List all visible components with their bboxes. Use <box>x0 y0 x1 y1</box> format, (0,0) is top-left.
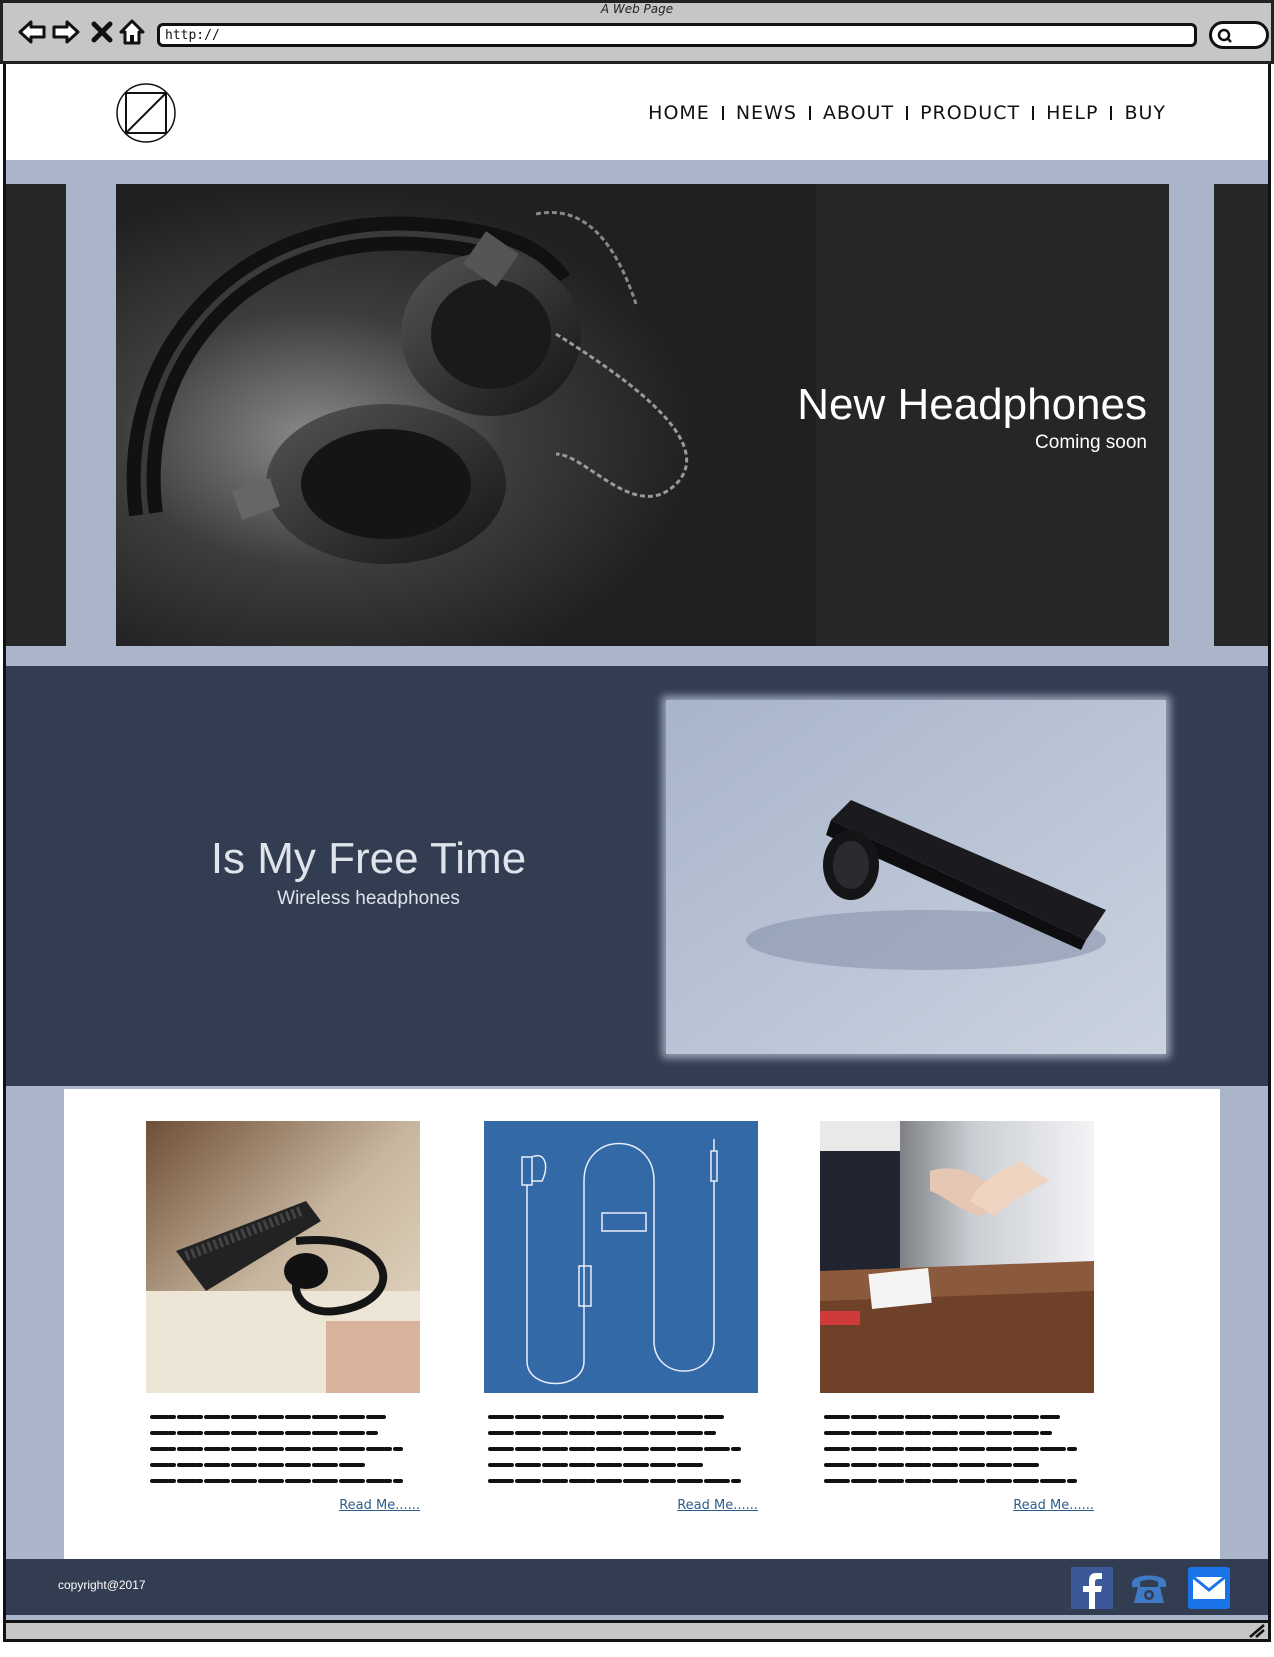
search-icon <box>1217 28 1232 43</box>
card-image-handshake[interactable] <box>820 1121 1094 1393</box>
card-body-text: Read Me...... <box>146 1411 420 1513</box>
resize-grip-icon[interactable] <box>1248 1623 1266 1639</box>
handshake-photo <box>820 1121 1094 1393</box>
placeholder-text-lines <box>488 1415 742 1483</box>
nav-separator <box>906 106 909 120</box>
nav-product[interactable]: PRODUCT <box>920 102 1020 124</box>
nav-separator <box>721 106 724 120</box>
read-more-link[interactable]: Read Me...... <box>146 1498 420 1513</box>
nav-home[interactable]: HOME <box>648 102 710 124</box>
nav-news[interactable]: NEWS <box>736 102 797 124</box>
back-arrow-icon <box>18 20 46 44</box>
search-button[interactable] <box>1209 21 1269 49</box>
bluetooth-earpiece-photo <box>146 1121 420 1393</box>
carousel-next-slide[interactable] <box>1214 184 1268 646</box>
feature-section: Is My Free Time Wireless headphones <box>6 666 1268 1086</box>
stop-button[interactable] <box>87 17 117 47</box>
web-page: HOME NEWS ABOUT PRODUCT HELP BUY New Hea… <box>3 64 1271 1620</box>
nav-separator <box>808 106 811 120</box>
site-header: HOME NEWS ABOUT PRODUCT HELP BUY <box>6 64 1268 160</box>
product-card: Read Me...... <box>820 1121 1094 1513</box>
carousel-prev-slide[interactable] <box>6 184 66 646</box>
feature-title: Is My Free Time <box>210 834 527 883</box>
placeholder-text-lines <box>824 1415 1078 1483</box>
product-card: Read Me...... <box>146 1121 420 1513</box>
feature-subtitle: Wireless headphones <box>277 888 460 909</box>
card-image-earpiece[interactable] <box>146 1121 420 1393</box>
main-navigation: HOME NEWS ABOUT PRODUCT HELP BUY <box>648 102 1166 124</box>
hero-subtitle: Coming soon <box>1035 432 1147 453</box>
nav-separator <box>1110 106 1113 120</box>
earphones-blueprint-illustration <box>484 1121 758 1393</box>
url-input[interactable] <box>157 23 1197 47</box>
status-bar-frame <box>3 1620 1271 1642</box>
facebook-icon[interactable] <box>1071 1567 1113 1609</box>
browser-status-bar <box>0 1620 1274 1657</box>
card-image-earphones[interactable] <box>484 1121 758 1393</box>
close-x-icon <box>91 21 113 43</box>
nav-about[interactable]: ABOUT <box>823 102 894 124</box>
browser-window: A Web Page HOME <box>0 0 1274 1657</box>
back-button[interactable] <box>17 17 47 47</box>
card-body-text: Read Me...... <box>820 1411 1094 1513</box>
earpiece-illustration <box>666 700 1166 1054</box>
home-icon <box>119 19 145 45</box>
wireless-earpiece-photo <box>666 700 1166 1054</box>
hero-title: New Headphones <box>797 380 1147 429</box>
read-more-link[interactable]: Read Me...... <box>820 1498 1094 1513</box>
window-title: A Web Page <box>600 2 674 16</box>
card-body-text: Read Me...... <box>484 1411 758 1513</box>
site-logo[interactable] <box>115 82 177 144</box>
site-footer: copyright@2017 <box>6 1559 1268 1615</box>
browser-toolbar: A Web Page <box>0 0 1274 64</box>
placeholder-text-lines <box>150 1415 404 1483</box>
hero-banner: New Headphones Coming soon <box>116 184 1169 646</box>
nav-buy[interactable]: BUY <box>1124 102 1166 124</box>
nav-separator <box>1032 106 1035 120</box>
nav-help[interactable]: HELP <box>1046 102 1098 124</box>
read-more-link[interactable]: Read Me...... <box>484 1498 758 1513</box>
cards-section: Read Me...... Read Me...... Read Me.....… <box>64 1089 1220 1559</box>
product-card: Read Me...... <box>484 1121 758 1513</box>
mail-icon[interactable] <box>1188 1567 1230 1609</box>
forward-arrow-icon <box>52 20 80 44</box>
copyright-text: copyright@2017 <box>58 1578 146 1592</box>
forward-button[interactable] <box>51 17 81 47</box>
phone-icon[interactable] <box>1128 1567 1170 1609</box>
home-button[interactable] <box>117 17 147 47</box>
